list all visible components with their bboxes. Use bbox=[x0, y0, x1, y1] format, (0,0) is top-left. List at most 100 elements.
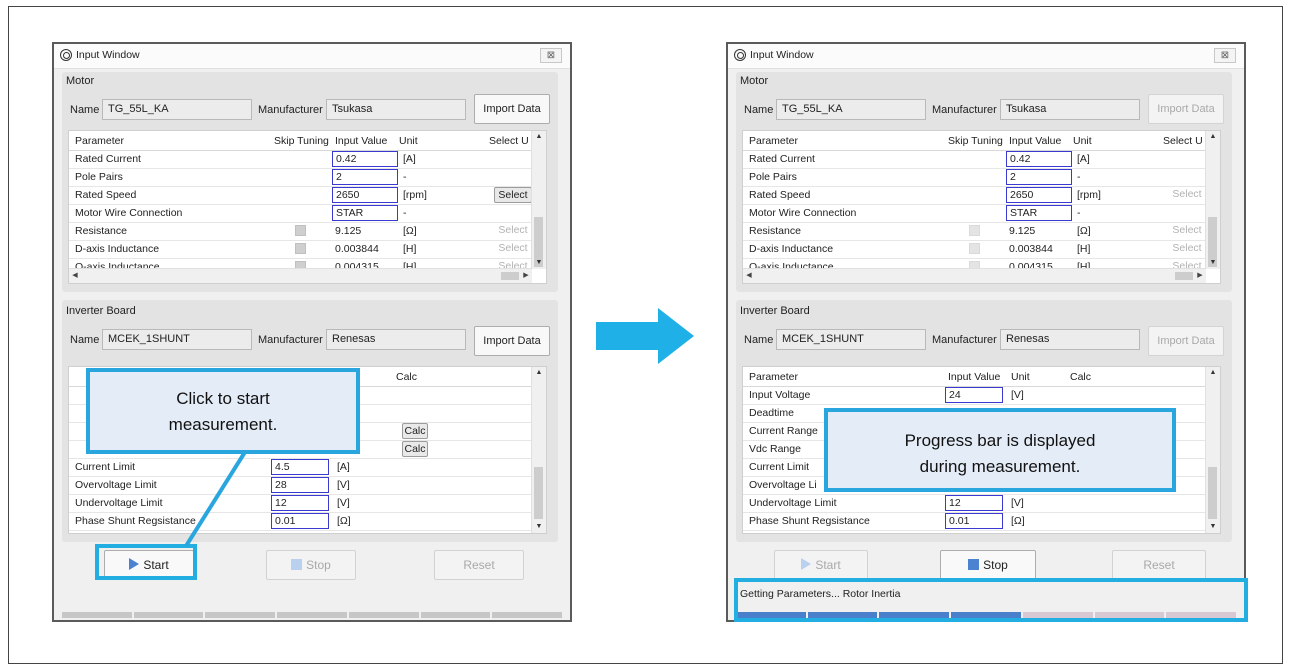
column-header: Calc bbox=[1070, 371, 1092, 383]
table-row: Phase Shunt Regsistance 0.01 [Ω] bbox=[743, 512, 1205, 531]
table-row: Input Voltage 24 [V] bbox=[743, 386, 1205, 405]
scroll-up-icon[interactable]: ▲ bbox=[1206, 131, 1220, 143]
column-header: Input Value bbox=[1009, 135, 1062, 147]
inverter-import-data-button[interactable]: Import Data bbox=[1148, 326, 1224, 356]
table-header: Parameter Skip Tuning Input Value Unit S… bbox=[743, 132, 1205, 151]
callout-text: Progress bar is displayed bbox=[904, 431, 1096, 450]
table-row: Rated Speed 2650 [rpm] Select bbox=[743, 186, 1205, 205]
unit-cell: [A] bbox=[1077, 153, 1090, 165]
motor-parameter-table: Parameter Skip Tuning Input Value Unit S… bbox=[742, 130, 1221, 284]
table-row: D-axis Inductance 0.003844 [H] Select bbox=[743, 240, 1205, 259]
scroll-left-icon[interactable]: ◀ bbox=[743, 269, 755, 283]
app-icon bbox=[734, 49, 746, 61]
callout-start: Click to start measurement. bbox=[86, 368, 360, 454]
motor-group-label: Motor bbox=[740, 75, 769, 87]
parameter-name: Current Range bbox=[749, 425, 818, 437]
select-button[interactable]: Select bbox=[1168, 187, 1206, 203]
parameter-name: D-axis Inductance bbox=[749, 243, 834, 255]
scroll-down-icon[interactable]: ▼ bbox=[1206, 257, 1220, 269]
title-bar: Input Window ⊠ bbox=[728, 44, 1244, 69]
scroll-thumb[interactable] bbox=[1208, 467, 1217, 519]
unit-cell: [rpm] bbox=[1077, 189, 1101, 201]
scroll-up-icon[interactable]: ▲ bbox=[1206, 367, 1220, 379]
vertical-scrollbar[interactable]: ▲ ▼ bbox=[1205, 131, 1220, 269]
stop-button[interactable]: Stop bbox=[940, 550, 1036, 580]
table-row: Undervoltage Limit 12 [V] bbox=[743, 494, 1205, 513]
horizontal-scrollbar[interactable]: ◀ ▶ bbox=[743, 268, 1206, 283]
input-value-field[interactable]: 0.01 bbox=[945, 513, 1003, 529]
table-row: Motor Wire Connection STAR - bbox=[743, 204, 1205, 223]
transition-arrow-icon bbox=[596, 308, 694, 364]
input-window-after: Input Window ⊠ Motor Name TG_55L_KA Manu… bbox=[726, 42, 1246, 622]
input-value-readonly: 0.003844 bbox=[1009, 243, 1053, 255]
parameter-name: Rated Current bbox=[749, 153, 815, 165]
unit-cell: - bbox=[1077, 171, 1081, 183]
close-icon[interactable]: ⊠ bbox=[1214, 48, 1236, 63]
callout-text: Click to start bbox=[176, 389, 270, 408]
table-row: Pole Pairs 2 - bbox=[743, 168, 1205, 187]
parameter-name: Resistance bbox=[749, 225, 801, 237]
inverter-name-field[interactable]: MCEK_1SHUNT bbox=[776, 329, 926, 350]
input-value-field[interactable]: 2650 bbox=[1006, 187, 1072, 203]
skip-tuning-checkbox[interactable] bbox=[969, 225, 980, 236]
parameter-name: Overvoltage Li bbox=[749, 479, 817, 491]
table-row: Rated Current 0.42 [A] bbox=[743, 150, 1205, 169]
parameter-name: Vdc Range bbox=[749, 443, 801, 455]
input-value-field[interactable]: 24 bbox=[945, 387, 1003, 403]
column-header: Parameter bbox=[749, 135, 799, 147]
input-value-field[interactable]: 12 bbox=[945, 495, 1003, 511]
motor-import-data-button[interactable]: Import Data bbox=[1148, 94, 1224, 124]
inverter-group-label: Inverter Board bbox=[740, 305, 810, 317]
vertical-scrollbar[interactable]: ▲ ▼ bbox=[1205, 367, 1220, 533]
column-header: Unit bbox=[1011, 371, 1030, 383]
reset-label: Reset bbox=[1143, 558, 1175, 572]
input-value-readonly: 9.125 bbox=[1009, 225, 1036, 237]
inverter-name-label: Name bbox=[744, 334, 774, 346]
table-row: Resistance 9.125 [Ω] Select bbox=[743, 222, 1205, 241]
connector-line bbox=[184, 450, 247, 548]
play-icon bbox=[801, 558, 812, 570]
progress-area-highlight bbox=[734, 578, 1248, 622]
select-button[interactable]: Select bbox=[1168, 223, 1206, 239]
select-button[interactable]: Select bbox=[1168, 241, 1206, 257]
skip-tuning-checkbox[interactable] bbox=[969, 243, 980, 254]
inverter-manufacturer-label: Manufacturer bbox=[932, 334, 997, 346]
reset-button[interactable]: Reset bbox=[1112, 550, 1206, 580]
parameter-name: Current Limit bbox=[749, 461, 810, 473]
scroll-down-icon[interactable]: ▼ bbox=[1206, 521, 1220, 533]
parameter-name: Deadtime bbox=[749, 407, 794, 419]
unit-cell: [Ω] bbox=[1011, 515, 1025, 527]
scroll-right-icon[interactable]: ▶ bbox=[1194, 269, 1206, 283]
parameter-name: Undervoltage Limit bbox=[749, 497, 837, 509]
column-header: Input Value bbox=[948, 371, 1001, 383]
input-value-field[interactable]: STAR bbox=[1006, 205, 1072, 221]
stop-icon bbox=[968, 559, 980, 570]
scroll-thumb[interactable] bbox=[1175, 272, 1193, 280]
start-button[interactable]: Start bbox=[774, 550, 868, 580]
input-value-field[interactable]: 0.42 bbox=[1006, 151, 1072, 167]
unit-cell: [H] bbox=[1077, 243, 1091, 255]
table-header: Parameter Input Value Unit Calc bbox=[743, 368, 1205, 387]
parameter-name: Phase Shunt Regsistance bbox=[749, 515, 870, 527]
motor-name-field[interactable]: TG_55L_KA bbox=[776, 99, 926, 120]
input-value-field[interactable]: 2 bbox=[1006, 169, 1072, 185]
inverter-manufacturer-field[interactable]: Renesas bbox=[1000, 329, 1140, 350]
arrow-shape bbox=[596, 308, 694, 364]
column-header: Select U bbox=[1163, 135, 1203, 147]
callout-text: measurement. bbox=[168, 415, 278, 434]
motor-name-label: Name bbox=[744, 104, 774, 116]
column-header: Unit bbox=[1073, 135, 1092, 147]
parameter-name: Motor Wire Connection bbox=[749, 207, 857, 219]
parameter-name: Rated Speed bbox=[749, 189, 811, 201]
unit-cell: [Ω] bbox=[1077, 225, 1091, 237]
motor-manufacturer-field[interactable]: Tsukasa bbox=[1000, 99, 1140, 120]
unit-cell: [V] bbox=[1011, 389, 1024, 401]
start-label: Start bbox=[815, 558, 841, 572]
unit-cell: [V] bbox=[1011, 497, 1024, 509]
unit-cell: - bbox=[1077, 207, 1081, 219]
motor-group: Motor Name TG_55L_KA Manufacturer Tsukas… bbox=[736, 72, 1232, 292]
parameter-name: Input Voltage bbox=[749, 389, 811, 401]
column-header: Parameter bbox=[749, 371, 799, 383]
window-title: Input Window bbox=[750, 49, 814, 61]
callout-progress: Progress bar is displayed during measure… bbox=[824, 408, 1176, 492]
